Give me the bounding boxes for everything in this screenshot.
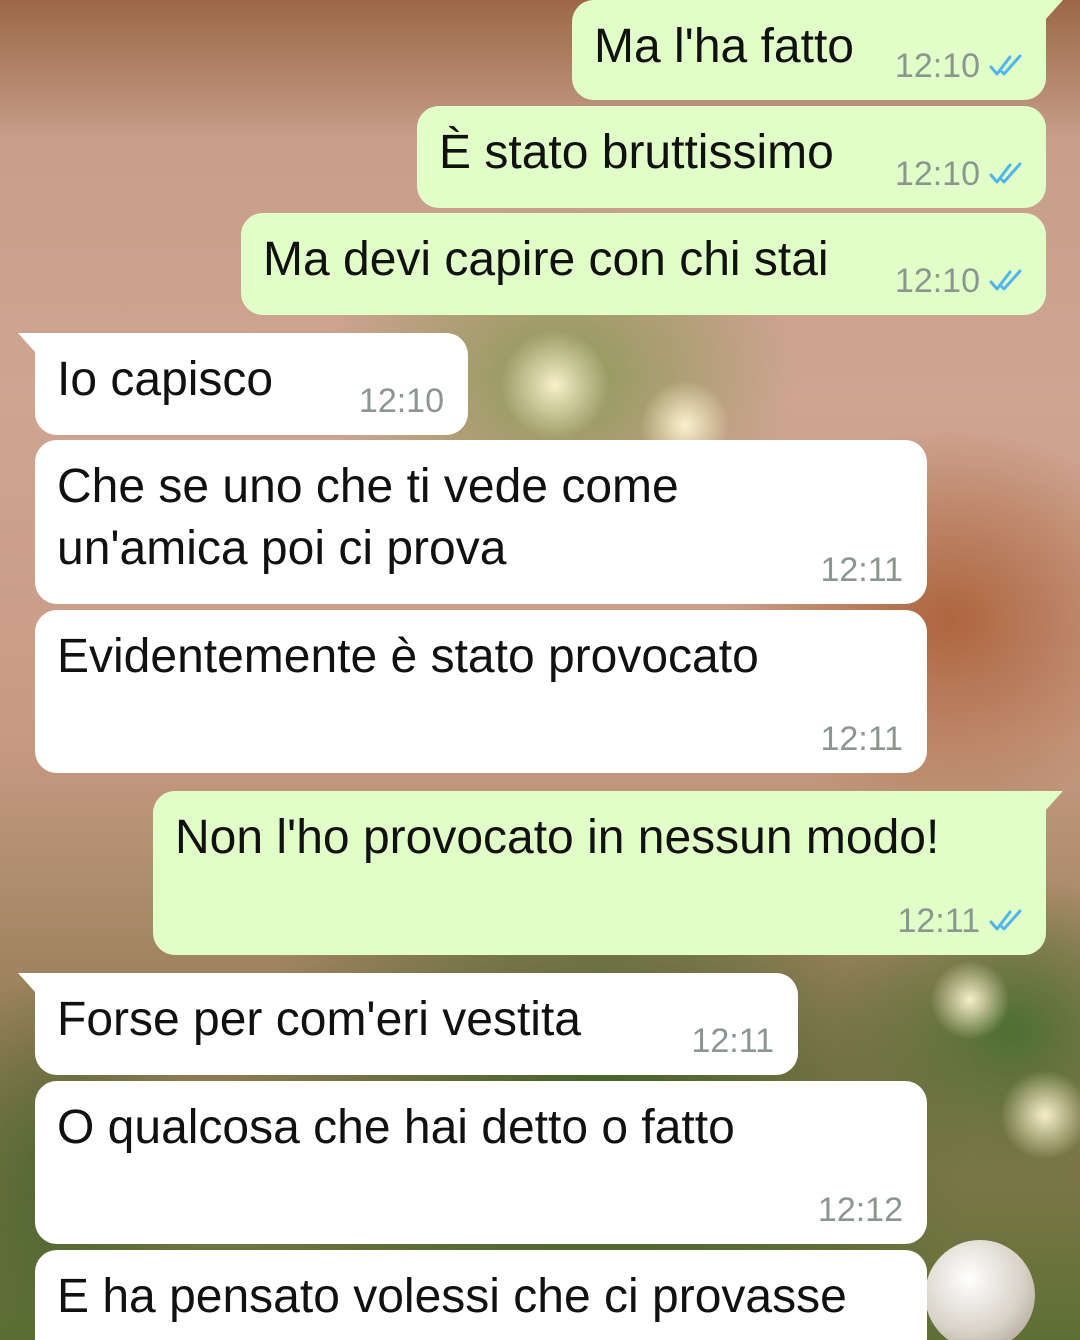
- message-bubble-incoming[interactable]: O qualcosa che hai detto o fatto 12:12: [35, 1081, 927, 1244]
- message-bubble-incoming[interactable]: Io capisco 12:10: [18, 333, 468, 435]
- message-time: 12:11: [820, 720, 903, 758]
- bubble-tail: [1045, 0, 1063, 20]
- message-bubble-outgoing[interactable]: Ma l'ha fatto 12:10: [572, 0, 1063, 100]
- message-time: 12:10: [358, 382, 444, 420]
- double-check-icon: [988, 268, 1026, 294]
- message-text: O qualcosa che hai detto o fatto: [57, 1101, 735, 1154]
- conversation[interactable]: Ma l'ha fatto 12:10 È stato bruttissimo …: [0, 0, 1080, 1340]
- message-text: Che se uno che ti vede come un'amica poi…: [57, 460, 679, 575]
- message-text: Forse per com'eri vestita: [57, 993, 581, 1046]
- message-bubble-incoming[interactable]: Che se uno che ti vede come un'amica poi…: [35, 440, 927, 604]
- message-time: 12:10: [894, 262, 980, 300]
- bubble-tail: [1045, 791, 1063, 811]
- message-bubble-incoming[interactable]: E ha pensato volessi che ci provasse: [35, 1250, 927, 1340]
- message-text: Io capisco: [57, 353, 274, 406]
- double-check-icon: [988, 908, 1026, 934]
- message-meta: 12:11: [897, 901, 1026, 941]
- message-text: Ma devi capire con chi stai: [263, 233, 829, 286]
- message-time: 12:12: [817, 1191, 903, 1229]
- message-time: 12:11: [820, 551, 903, 589]
- bubble-tail: [18, 973, 36, 993]
- message-meta: 12:12: [818, 1190, 903, 1230]
- message-text: Ma l'ha fatto: [594, 20, 854, 73]
- message-text: È stato bruttissimo: [439, 126, 834, 179]
- message-time: 12:11: [691, 1022, 774, 1060]
- message-meta: 12:11: [691, 1021, 774, 1061]
- message-text: Evidentemente è stato provocato: [57, 630, 759, 683]
- double-check-icon: [988, 53, 1026, 79]
- message-time: 12:10: [894, 47, 980, 85]
- message-meta: 12:10: [359, 381, 444, 421]
- bubble-tail: [18, 333, 36, 353]
- message-bubble-outgoing[interactable]: Ma devi capire con chi stai 12:10: [241, 213, 1046, 315]
- message-bubble-outgoing[interactable]: Non l'ho provocato in nessun modo! 12:11: [153, 791, 1063, 955]
- double-check-icon: [988, 161, 1026, 187]
- message-bubble-incoming[interactable]: Forse per com'eri vestita 12:11: [18, 973, 798, 1075]
- message-meta: 12:11: [820, 550, 903, 590]
- message-meta: 12:10: [895, 261, 1026, 301]
- message-meta: 12:10: [895, 46, 1026, 86]
- message-bubble-incoming[interactable]: Evidentemente è stato provocato 12:11: [35, 610, 927, 773]
- message-meta: 12:10: [895, 154, 1026, 194]
- message-meta: 12:11: [820, 719, 903, 759]
- message-time: 12:10: [894, 155, 980, 193]
- message-text: Non l'ho provocato in nessun modo!: [175, 811, 940, 864]
- message-text: E ha pensato volessi che ci provasse: [57, 1270, 847, 1323]
- message-time: 12:11: [897, 902, 980, 940]
- message-bubble-outgoing[interactable]: È stato bruttissimo 12:10: [417, 106, 1046, 208]
